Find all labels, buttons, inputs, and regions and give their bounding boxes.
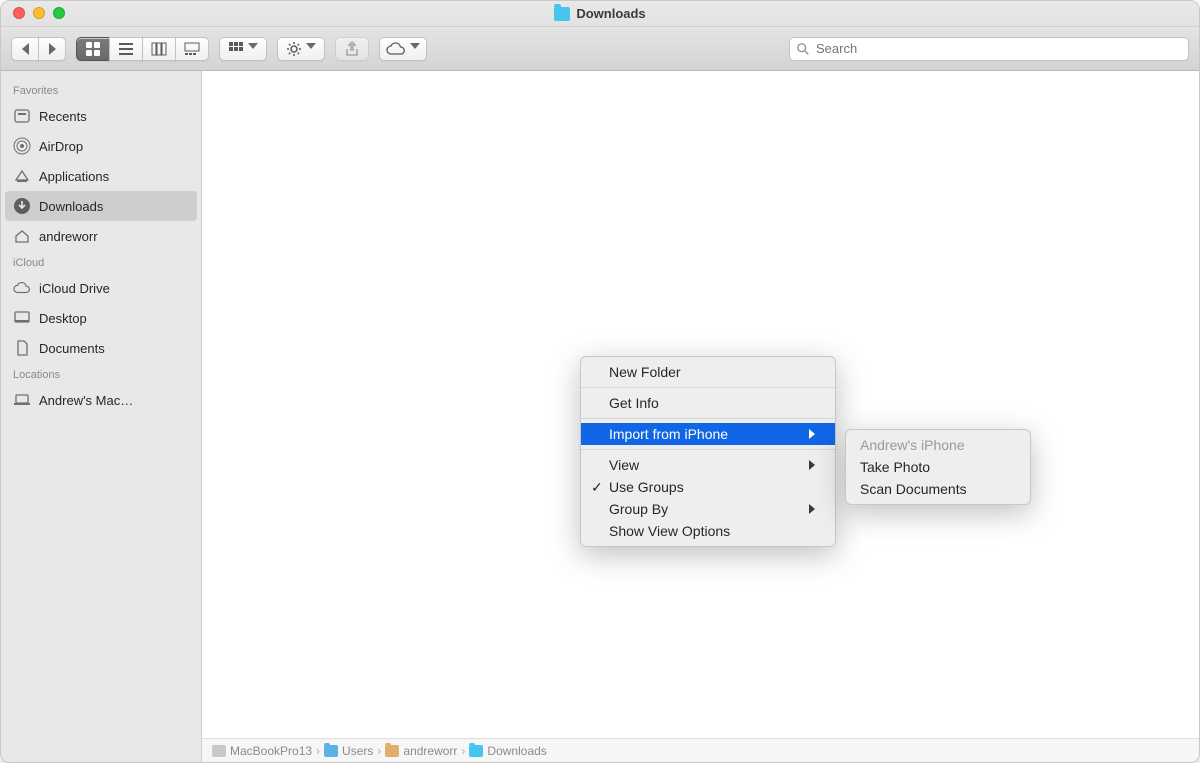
folder-icon	[324, 745, 338, 757]
icloud-menu-button[interactable]	[379, 37, 427, 61]
path-component-home[interactable]: andreworr	[385, 744, 457, 758]
view-columns-button[interactable]	[142, 37, 176, 61]
view-gallery-button[interactable]	[175, 37, 209, 61]
menu-item-get-info[interactable]: Get Info	[581, 392, 835, 414]
menu-separator	[581, 449, 835, 450]
chevron-down-icon	[248, 43, 258, 55]
menu-item-group-by[interactable]: Group By	[581, 498, 835, 520]
applications-icon	[13, 167, 31, 185]
path-separator: ›	[316, 744, 320, 758]
content-area[interactable]: New Folder Get Info Import from iPhone V…	[202, 71, 1199, 762]
laptop-icon	[13, 391, 31, 409]
finder-window: Downloads	[0, 0, 1200, 763]
sidebar-item-label: iCloud Drive	[39, 281, 110, 296]
sidebar-item-label: Recents	[39, 109, 87, 124]
sidebar-item-home[interactable]: andreworr	[1, 221, 201, 251]
titlebar: Downloads	[1, 1, 1199, 27]
sidebar-item-label: Downloads	[39, 199, 103, 214]
chevron-left-icon	[22, 43, 29, 55]
sidebar-item-label: Desktop	[39, 311, 87, 326]
submenu-item-take-photo[interactable]: Take Photo	[846, 456, 1030, 478]
home-folder-icon	[385, 745, 399, 757]
forward-button[interactable]	[38, 37, 66, 61]
action-menu-button[interactable]	[277, 37, 325, 61]
sidebar-section-locations: Locations	[1, 363, 201, 385]
path-separator: ›	[461, 744, 465, 758]
chevron-right-icon	[49, 43, 56, 55]
home-icon	[13, 227, 31, 245]
recents-icon	[13, 107, 31, 125]
import-submenu: Andrew's iPhone Take Photo Scan Document…	[845, 429, 1031, 505]
share-icon	[344, 41, 360, 57]
submenu-arrow-icon	[809, 460, 815, 470]
search-input[interactable]	[816, 41, 1182, 56]
column-view-icon	[151, 41, 167, 57]
path-component-users[interactable]: Users	[324, 744, 373, 758]
path-component-downloads[interactable]: Downloads	[469, 744, 546, 758]
zoom-button[interactable]	[53, 7, 65, 19]
disk-icon	[212, 745, 226, 757]
menu-item-new-folder[interactable]: New Folder	[581, 361, 835, 383]
close-button[interactable]	[13, 7, 25, 19]
submenu-item-scan-documents[interactable]: Scan Documents	[846, 478, 1030, 500]
view-icons-button[interactable]	[76, 37, 110, 61]
downloads-folder-icon	[554, 7, 570, 21]
sidebar-item-recents[interactable]: Recents	[1, 101, 201, 131]
sidebar-item-label: andreworr	[39, 229, 98, 244]
toolbar	[1, 27, 1199, 71]
search-icon	[796, 42, 810, 56]
sidebar-item-airdrop[interactable]: AirDrop	[1, 131, 201, 161]
menu-separator	[581, 418, 835, 419]
window-title: Downloads	[576, 6, 645, 21]
desktop-icon	[13, 309, 31, 327]
cloud-icon	[13, 279, 31, 297]
menu-separator	[581, 387, 835, 388]
context-menu: New Folder Get Info Import from iPhone V…	[580, 356, 836, 547]
sidebar-section-icloud: iCloud	[1, 251, 201, 273]
downloads-icon	[13, 197, 31, 215]
icon-view-icon	[85, 41, 101, 57]
sidebar-item-label: AirDrop	[39, 139, 83, 154]
list-view-icon	[118, 41, 134, 57]
menu-item-view[interactable]: View	[581, 454, 835, 476]
view-switcher	[76, 37, 209, 61]
downloads-folder-icon	[469, 745, 483, 757]
sidebar-item-icloud-drive[interactable]: iCloud Drive	[1, 273, 201, 303]
sidebar-item-label: Andrew's Mac…	[39, 393, 133, 408]
sidebar: Favorites Recents AirDrop Applications D…	[1, 71, 202, 762]
sidebar-item-downloads[interactable]: Downloads	[5, 191, 197, 221]
sidebar-item-label: Documents	[39, 341, 105, 356]
menu-item-use-groups[interactable]: Use Groups	[581, 476, 835, 498]
view-list-button[interactable]	[109, 37, 143, 61]
cloud-icon	[386, 41, 406, 57]
path-component-computer[interactable]: MacBookPro13	[212, 744, 312, 758]
back-button[interactable]	[11, 37, 39, 61]
documents-icon	[13, 339, 31, 357]
airdrop-icon	[13, 137, 31, 155]
chevron-down-icon	[306, 43, 316, 55]
share-button[interactable]	[335, 37, 369, 61]
submenu-arrow-icon	[809, 504, 815, 514]
chevron-down-icon	[410, 43, 420, 55]
search-field[interactable]	[789, 37, 1189, 61]
sidebar-item-applications[interactable]: Applications	[1, 161, 201, 191]
sidebar-item-computer[interactable]: Andrew's Mac…	[1, 385, 201, 415]
gallery-view-icon	[184, 41, 200, 57]
path-separator: ›	[377, 744, 381, 758]
path-bar: MacBookPro13 › Users › andreworr › Downl…	[202, 738, 1199, 762]
submenu-device-header: Andrew's iPhone	[846, 434, 1030, 456]
submenu-arrow-icon	[809, 429, 815, 439]
sidebar-item-label: Applications	[39, 169, 109, 184]
menu-item-import-from-iphone[interactable]: Import from iPhone	[581, 423, 835, 445]
traffic-lights	[13, 7, 65, 19]
menu-item-show-view-options[interactable]: Show View Options	[581, 520, 835, 542]
sidebar-item-documents[interactable]: Documents	[1, 333, 201, 363]
nav-segment	[11, 37, 66, 61]
gear-icon	[286, 41, 302, 57]
sidebar-section-favorites: Favorites	[1, 79, 201, 101]
sidebar-item-desktop[interactable]: Desktop	[1, 303, 201, 333]
minimize-button[interactable]	[33, 7, 45, 19]
group-menu-button[interactable]	[219, 37, 267, 61]
group-grid-icon	[228, 41, 244, 57]
